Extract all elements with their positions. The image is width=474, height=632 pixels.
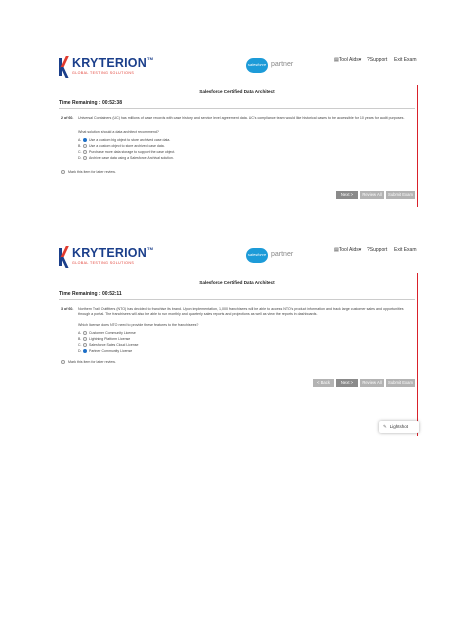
divider <box>59 299 415 300</box>
question-prompt: What solution should a data architect re… <box>78 130 159 134</box>
logo-text: KRYTERIONTM <box>72 246 154 260</box>
radio-icon[interactable] <box>83 337 87 341</box>
question-number: 2 of 60. <box>61 116 74 120</box>
submit-exam-button[interactable]: Submit Exam <box>386 191 415 199</box>
tool-aids-menu[interactable]: ▤Tool Aids▾ <box>334 57 361 63</box>
question-text: Northern Trail Outfitters (NTO) has deci… <box>78 307 404 316</box>
support-link[interactable]: ?Support <box>367 57 387 63</box>
logo-subtitle: GLOBAL TESTING SOLUTIONS <box>72 71 135 75</box>
kryterion-logo: KRYTERIONTM GLOBAL TESTING SOLUTIONS <box>59 246 153 270</box>
radio-icon[interactable] <box>83 343 87 347</box>
next-button[interactable]: Next > <box>336 379 358 387</box>
exam-title: Salesforce Certified Data Architect <box>199 280 275 285</box>
pencil-icon: ✎ <box>383 424 387 429</box>
kryterion-logo-icon <box>59 246 74 268</box>
question-prompt: Which license does NTO need to provide t… <box>78 323 199 327</box>
back-button[interactable]: < Back <box>313 379 334 387</box>
divider <box>59 108 415 109</box>
lightshot-button[interactable]: ✎ Lightshot <box>379 421 419 433</box>
kryterion-logo: KRYTERIONTM GLOBAL TESTING SOLUTIONS <box>59 56 153 80</box>
tool-aids-menu[interactable]: ▤Tool Aids▾ <box>334 247 361 253</box>
exit-exam-link[interactable]: Exit Exam <box>394 247 417 253</box>
review-all-button[interactable]: Review All <box>360 379 384 387</box>
kryterion-logo-icon <box>59 56 74 78</box>
time-remaining: Time Remaining : 00:52:38 <box>59 100 122 106</box>
window-border <box>417 273 418 436</box>
logo-subtitle: GLOBAL TESTING SOLUTIONS <box>72 261 135 265</box>
salesforce-logo-icon: salesforce <box>246 58 268 73</box>
header: KRYTERIONTM GLOBAL TESTING SOLUTIONS sal… <box>0 40 474 90</box>
mark-for-review[interactable]: Mark this item for later review. <box>61 360 116 365</box>
window-border <box>417 85 418 207</box>
logo-text: KRYTERIONTM <box>72 56 154 70</box>
salesforce-logo-icon: salesforce <box>246 248 268 263</box>
radio-icon[interactable] <box>83 156 87 160</box>
checkbox-icon[interactable] <box>61 360 65 365</box>
partner-label: partner <box>271 61 294 68</box>
radio-selected-icon[interactable] <box>83 138 87 142</box>
exam-title: Salesforce Certified Data Architect <box>199 89 275 94</box>
radio-selected-icon[interactable] <box>83 349 87 353</box>
checkbox-icon[interactable] <box>61 170 65 175</box>
question-number: 3 of 60. <box>61 307 74 311</box>
mark-for-review[interactable]: Mark this item for later review. <box>61 170 116 175</box>
support-link[interactable]: ?Support <box>367 247 387 253</box>
exit-exam-link[interactable]: Exit Exam <box>394 57 417 63</box>
radio-icon[interactable] <box>83 144 87 148</box>
radio-icon[interactable] <box>83 150 87 154</box>
exam-screen-2: KRYTERIONTM GLOBAL TESTING SOLUTIONS sal… <box>0 238 474 438</box>
next-button[interactable]: Next > <box>336 191 358 199</box>
partner-label: partner <box>271 251 294 258</box>
time-remaining: Time Remaining : 00:52:11 <box>59 291 122 297</box>
question-text: Universal Containers (UC) has millions o… <box>78 116 405 120</box>
exam-screen-1: KRYTERIONTM GLOBAL TESTING SOLUTIONS sal… <box>0 40 474 210</box>
submit-exam-button[interactable]: Submit Exam <box>386 379 415 387</box>
radio-icon[interactable] <box>83 331 87 335</box>
review-all-button[interactable]: Review All <box>360 191 384 199</box>
